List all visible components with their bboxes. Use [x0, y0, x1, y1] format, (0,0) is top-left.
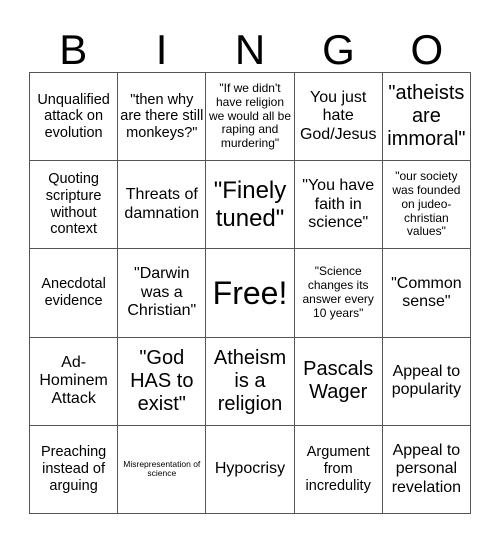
- bingo-cell[interactable]: "Common sense": [382, 249, 471, 338]
- cell-text: Anecdotal evidence: [41, 276, 106, 309]
- cell-text: Appeal to personal revelation: [391, 441, 462, 496]
- bingo-cell[interactable]: "Finely tuned": [206, 161, 295, 250]
- cell-text: Misrepresentation of science: [123, 458, 201, 479]
- cell-text: "atheists are immoral": [387, 82, 466, 151]
- bingo-cell[interactable]: Anecdotal evidence: [30, 249, 119, 338]
- bingo-cell[interactable]: Hypocrisy: [206, 425, 295, 514]
- bingo-cell[interactable]: "Science changes its answer every 10 yea…: [294, 249, 383, 338]
- header-letter-i: I: [155, 26, 168, 73]
- cell-text: Preaching instead of arguing: [40, 444, 107, 494]
- bingo-cell[interactable]: "Darwin was a Christian": [118, 249, 207, 338]
- bingo-cell[interactable]: Threats of damnation: [118, 161, 207, 250]
- bingo-cell[interactable]: You just hate God/Jesus: [294, 73, 383, 162]
- free-space-cell[interactable]: Free!: [206, 249, 295, 338]
- bingo-cell[interactable]: "If we didn't have religion we would all…: [206, 73, 295, 162]
- cell-text: Threats of damnation: [124, 186, 200, 222]
- bingo-cell[interactable]: Preaching instead of arguing: [30, 425, 119, 514]
- cell-text: "God HAS to exist": [130, 346, 194, 415]
- bingo-cell[interactable]: "then why are there still monkeys?": [118, 73, 207, 162]
- cell-text: "Common sense": [391, 274, 462, 310]
- bingo-cell[interactable]: Appeal to personal revelation: [382, 425, 471, 514]
- bingo-cell[interactable]: Pascals Wager: [294, 337, 383, 426]
- cell-text: "Finely tuned": [213, 177, 287, 232]
- cell-text: "If we didn't have religion we would all…: [208, 81, 292, 151]
- cell-text: Quoting scripture without context: [45, 171, 102, 238]
- bingo-cell[interactable]: "You have faith in science": [294, 161, 383, 250]
- bingo-grid: Unqualified attack on evolution "then why…: [29, 72, 471, 514]
- cell-text: "Darwin was a Christian": [127, 265, 197, 320]
- bingo-cell[interactable]: Atheism is a religion: [206, 337, 295, 426]
- cell-text: Hypocrisy: [214, 460, 286, 478]
- bingo-cell[interactable]: Misrepresentation of science: [118, 425, 207, 514]
- cell-text: Ad-Hominem Attack: [39, 353, 108, 408]
- bingo-cell[interactable]: Quoting scripture without context: [30, 161, 119, 250]
- bingo-cell[interactable]: "our society was founded on judeo-christ…: [382, 161, 471, 250]
- header-letter-o: O: [410, 26, 444, 73]
- cell-text: Unqualified attack on evolution: [37, 91, 110, 141]
- cell-text: You just hate God/Jesus: [299, 89, 377, 143]
- cell-text: "our society was founded on judeo-christ…: [392, 169, 461, 239]
- bingo-header: B I N G O: [29, 28, 471, 72]
- cell-text: "then why are there still monkeys?": [120, 91, 204, 141]
- header-letter-n: N: [234, 26, 266, 73]
- bingo-cell[interactable]: Ad-Hominem Attack: [30, 337, 119, 426]
- bingo-cell[interactable]: Appeal to popularity: [382, 337, 471, 426]
- bingo-cell[interactable]: Unqualified attack on evolution: [30, 73, 119, 162]
- header-letter-g: G: [322, 26, 355, 73]
- cell-text: Argument from incredulity: [305, 444, 371, 494]
- cell-text: "Science changes its answer every 10 yea…: [302, 264, 374, 320]
- bingo-cell[interactable]: "God HAS to exist": [118, 337, 207, 426]
- cell-text: Appeal to popularity: [391, 362, 462, 399]
- header-letter-b: B: [59, 26, 88, 73]
- bingo-cell[interactable]: Argument from incredulity: [294, 425, 383, 514]
- cell-text: "You have faith in science": [302, 177, 375, 231]
- cell-text: Pascals Wager: [303, 358, 374, 404]
- bingo-cell[interactable]: "atheists are immoral": [382, 73, 471, 162]
- cell-text: Free!: [212, 274, 288, 311]
- cell-text: Atheism is a religion: [213, 346, 287, 415]
